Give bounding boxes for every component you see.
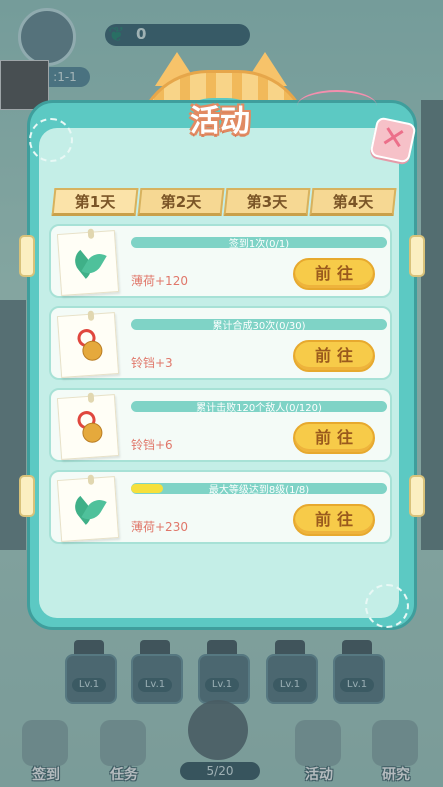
bell-icon <box>74 326 104 364</box>
reward-text: 铃铛+3 <box>131 356 173 370</box>
go-button[interactable]: 前往 <box>293 504 375 536</box>
reward-photo <box>56 310 120 378</box>
tab-day-1[interactable]: 第1天 <box>51 188 139 216</box>
mint-leaf-icon <box>69 494 107 525</box>
task-progress-bar: 累计合成30次(0/30) <box>131 319 387 332</box>
reward-text: 铃铛+6 <box>131 438 173 452</box>
bell-icon <box>74 408 104 446</box>
go-button[interactable]: 前往 <box>293 340 375 372</box>
tab-day-2[interactable]: 第2天 <box>137 188 225 216</box>
task-progress-bar: 最大等级达到8级(1/8) <box>131 483 387 496</box>
task-description: 累计击败120个敌人(0/120) <box>196 403 322 414</box>
tab-day-4[interactable]: 第4天 <box>309 188 397 216</box>
ribbon-decoration <box>297 90 377 122</box>
task-description: 累计合成30次(0/30) <box>212 321 306 332</box>
reward-photo <box>56 228 120 296</box>
task-description: 签到1次(0/1) <box>228 239 290 250</box>
reward-photo <box>56 392 120 460</box>
tab-day-3[interactable]: 第3天 <box>223 188 311 216</box>
go-button[interactable]: 前往 <box>293 422 375 454</box>
task-progress-bar: 签到1次(0/1) <box>131 237 387 250</box>
task-card: 签到1次(0/1) 薄荷+120 前往 <box>49 224 392 298</box>
side-clip <box>19 475 35 517</box>
task-card: 累计击败120个敌人(0/120) 铃铛+6 前往 <box>49 388 392 462</box>
side-clip <box>409 235 425 277</box>
task-progress-bar: 累计击败120个敌人(0/120) <box>131 401 387 414</box>
go-button[interactable]: 前往 <box>293 258 375 290</box>
side-clip <box>409 475 425 517</box>
close-button[interactable]: ✕ <box>369 116 417 164</box>
reward-text: 薄荷+230 <box>131 520 188 534</box>
close-icon: ✕ <box>377 118 410 159</box>
reward-photo <box>56 474 120 542</box>
task-card: 累计合成30次(0/30) 铃铛+3 前往 <box>49 306 392 380</box>
side-clip <box>19 235 35 277</box>
task-description: 最大等级达到8级(1/8) <box>208 485 310 496</box>
reward-text: 薄荷+120 <box>131 274 188 288</box>
modal-title: 活动 <box>190 104 250 139</box>
activity-modal: 活动 ✕ 第1天 第2天 第3天 第4天 签到1次(0/1) 薄荷+120 前往… <box>19 52 425 630</box>
mint-leaf-icon <box>69 248 107 279</box>
task-card: 最大等级达到8级(1/8) 薄荷+230 前往 <box>49 470 392 544</box>
day-tabs: 第1天 第2天 第3天 第4天 <box>51 188 397 216</box>
